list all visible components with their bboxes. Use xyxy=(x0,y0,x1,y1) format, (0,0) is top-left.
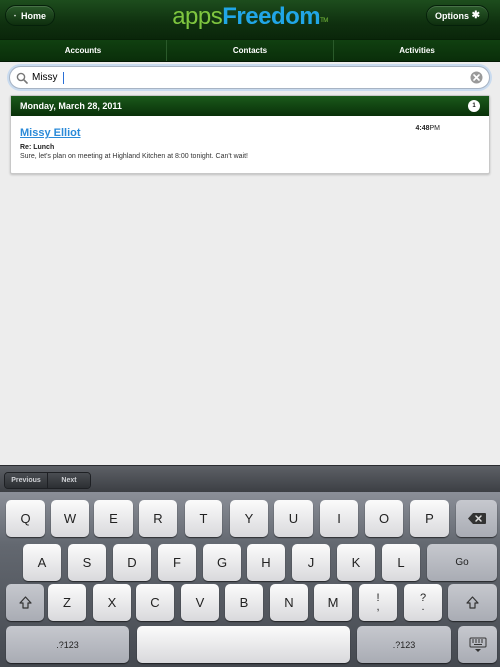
key-d[interactable]: D xyxy=(113,544,151,581)
shift-key-left[interactable] xyxy=(6,584,44,621)
key-z[interactable]: Z xyxy=(48,584,86,621)
key-o[interactable]: O xyxy=(365,500,403,537)
prev-next-control: Previous Next xyxy=(4,472,91,489)
date-header: Monday, March 28, 2011 1 xyxy=(11,96,489,116)
key-n[interactable]: N xyxy=(270,584,308,621)
numbers-key-right[interactable]: .?123 xyxy=(357,626,451,663)
tab-activities[interactable]: Activities xyxy=(334,40,500,61)
onscreen-keyboard: Q W E R T Y U I O P A S D F G H J K L Go… xyxy=(0,492,500,667)
next-button[interactable]: Next xyxy=(48,473,90,488)
key-k[interactable]: K xyxy=(337,544,375,581)
key-l[interactable]: L xyxy=(382,544,420,581)
options-label: Options xyxy=(435,10,469,21)
key-i[interactable]: I xyxy=(320,500,358,537)
key-v[interactable]: V xyxy=(181,584,219,621)
apps-freedom-logo: appsFreedomTM xyxy=(172,3,328,30)
hide-keyboard-key[interactable] xyxy=(458,626,497,663)
key-r[interactable]: R xyxy=(139,500,177,537)
activity-body: Sure, let's plan on meeting at Highland … xyxy=(20,153,248,160)
search-input[interactable] xyxy=(32,68,64,87)
key-p[interactable]: P xyxy=(410,500,449,537)
activity-subject: Re: Lunch xyxy=(20,144,55,151)
text-cursor xyxy=(63,71,64,84)
tab-contacts[interactable]: Contacts xyxy=(167,40,334,61)
search-icon xyxy=(16,72,28,84)
results-section: Monday, March 28, 2011 1 Missy Elliot Re… xyxy=(10,95,490,174)
key-w[interactable]: W xyxy=(51,500,89,537)
app-header: Home appsFreedomTM Options ✱ xyxy=(0,0,500,40)
key-question-period[interactable]: ?. xyxy=(404,584,442,621)
tab-accounts[interactable]: Accounts xyxy=(0,40,167,61)
date-label: Monday, March 28, 2011 xyxy=(20,101,122,111)
tab-bar: Accounts Contacts Activities xyxy=(0,40,500,62)
key-c[interactable]: C xyxy=(136,584,174,621)
key-q[interactable]: Q xyxy=(6,500,45,537)
key-e[interactable]: E xyxy=(94,500,133,537)
activity-time: 4:48PM xyxy=(415,125,440,132)
activity-item[interactable]: Missy Elliot Re: Lunch Sure, let's plan … xyxy=(11,116,489,173)
key-f[interactable]: F xyxy=(158,544,196,581)
key-t[interactable]: T xyxy=(185,500,222,537)
shift-icon xyxy=(18,596,32,609)
contact-name-link[interactable]: Missy Elliot xyxy=(20,127,480,139)
key-x[interactable]: X xyxy=(93,584,131,621)
key-a[interactable]: A xyxy=(23,544,61,581)
key-y[interactable]: Y xyxy=(230,500,268,537)
backspace-icon xyxy=(467,513,486,524)
shift-key-right[interactable] xyxy=(448,584,497,621)
count-badge: 1 xyxy=(468,100,480,112)
keyboard-toolbar: Previous Next xyxy=(0,465,500,492)
previous-button[interactable]: Previous xyxy=(5,473,48,488)
key-m[interactable]: M xyxy=(314,584,352,621)
numbers-key-left[interactable]: .?123 xyxy=(6,626,129,663)
backspace-key[interactable] xyxy=(456,500,497,537)
clear-icon[interactable] xyxy=(470,71,483,84)
key-s[interactable]: S xyxy=(68,544,106,581)
key-g[interactable]: G xyxy=(203,544,241,581)
key-j[interactable]: J xyxy=(292,544,330,581)
shift-icon xyxy=(466,596,479,609)
hide-keyboard-icon xyxy=(469,637,486,652)
key-exclamation-comma[interactable]: !, xyxy=(359,584,397,621)
key-b[interactable]: B xyxy=(225,584,263,621)
options-button[interactable]: Options ✱ xyxy=(426,5,489,26)
key-u[interactable]: U xyxy=(274,500,313,537)
gear-icon: ✱ xyxy=(471,10,480,21)
key-h[interactable]: H xyxy=(247,544,285,581)
search-bar[interactable] xyxy=(9,66,490,89)
go-key[interactable]: Go xyxy=(427,544,497,581)
space-key[interactable] xyxy=(137,626,350,663)
